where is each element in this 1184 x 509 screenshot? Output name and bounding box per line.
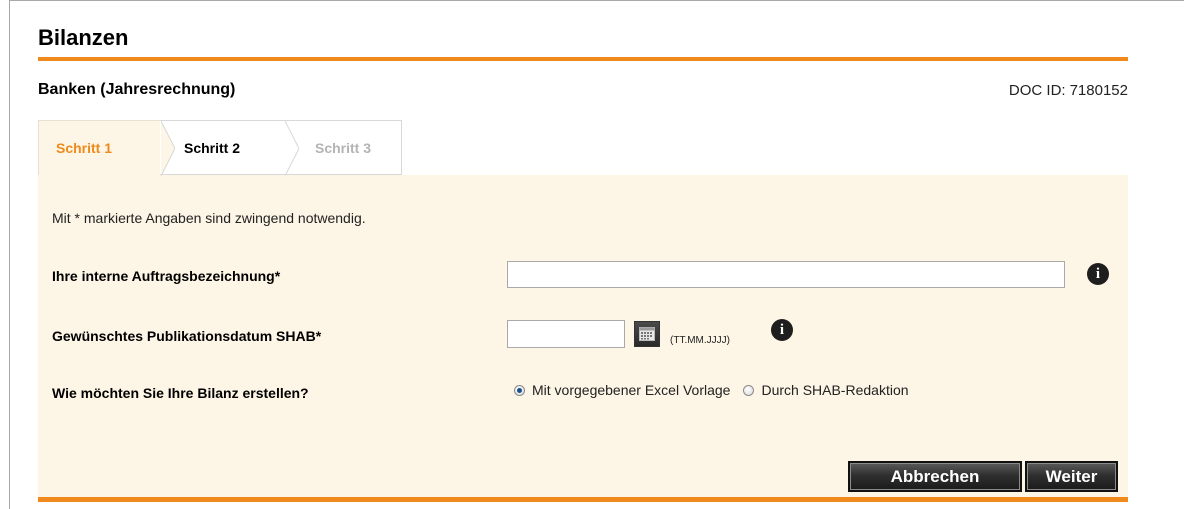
next-button[interactable]: Weiter: [1025, 461, 1118, 492]
title-divider: [38, 57, 1128, 61]
order-name-input[interactable]: [507, 261, 1065, 288]
info-icon[interactable]: i: [1087, 263, 1109, 285]
tab-step-1[interactable]: Schritt 1: [38, 120, 175, 176]
order-name-label: Ihre interne Auftragsbezeichnung*: [52, 268, 281, 284]
doc-id-value: 7180152: [1069, 82, 1128, 99]
page-title: Bilanzen: [38, 25, 129, 50]
step-separator-icon: [285, 121, 299, 176]
creation-method-radio-group: Mit vorgegebener Excel Vorlage Durch SHA…: [514, 382, 909, 398]
cancel-button[interactable]: Abbrechen: [848, 461, 1022, 492]
doc-id-label: DOC ID:: [1008, 82, 1066, 99]
radio-excel-template-label[interactable]: Mit vorgegebener Excel Vorlage: [532, 382, 730, 398]
doc-id: DOC ID: 7180152: [1009, 82, 1128, 100]
info-icon[interactable]: i: [771, 319, 793, 341]
tab-step-1-label: Schritt 1: [56, 140, 113, 156]
calendar-button[interactable]: [634, 321, 660, 347]
tab-step-2-label: Schritt 2: [184, 139, 241, 156]
step-tabs: Schritt 1 Schritt 2 Schritt 3: [38, 120, 402, 176]
radio-excel-template[interactable]: [514, 384, 525, 396]
publication-date-label: Gewünschtes Publikationsdatum SHAB*: [52, 328, 322, 344]
bottom-divider: [38, 497, 1128, 502]
creation-method-label: Wie möchten Sie Ihre Bilanz erstellen?: [52, 385, 309, 401]
radio-shab-editorial-label[interactable]: Durch SHAB-Redaktion: [761, 382, 908, 398]
form-subtitle: Banken (Jahresrechnung): [38, 81, 236, 98]
date-format-hint: (TT.MM.JJJJ): [670, 335, 730, 346]
step-separator-icon: [161, 121, 175, 176]
tab-step-2[interactable]: Schritt 2: [160, 120, 299, 176]
form-panel: Mit * markierte Angaben sind zwingend no…: [38, 175, 1128, 497]
publication-date-input[interactable]: [507, 320, 625, 348]
radio-shab-editorial[interactable]: [743, 384, 755, 396]
tab-step-3-label: Schritt 3: [315, 139, 372, 156]
required-fields-note: Mit * markierte Angaben sind zwingend no…: [52, 210, 366, 226]
calendar-icon: [639, 327, 655, 341]
tab-step-3: Schritt 3: [285, 120, 402, 175]
